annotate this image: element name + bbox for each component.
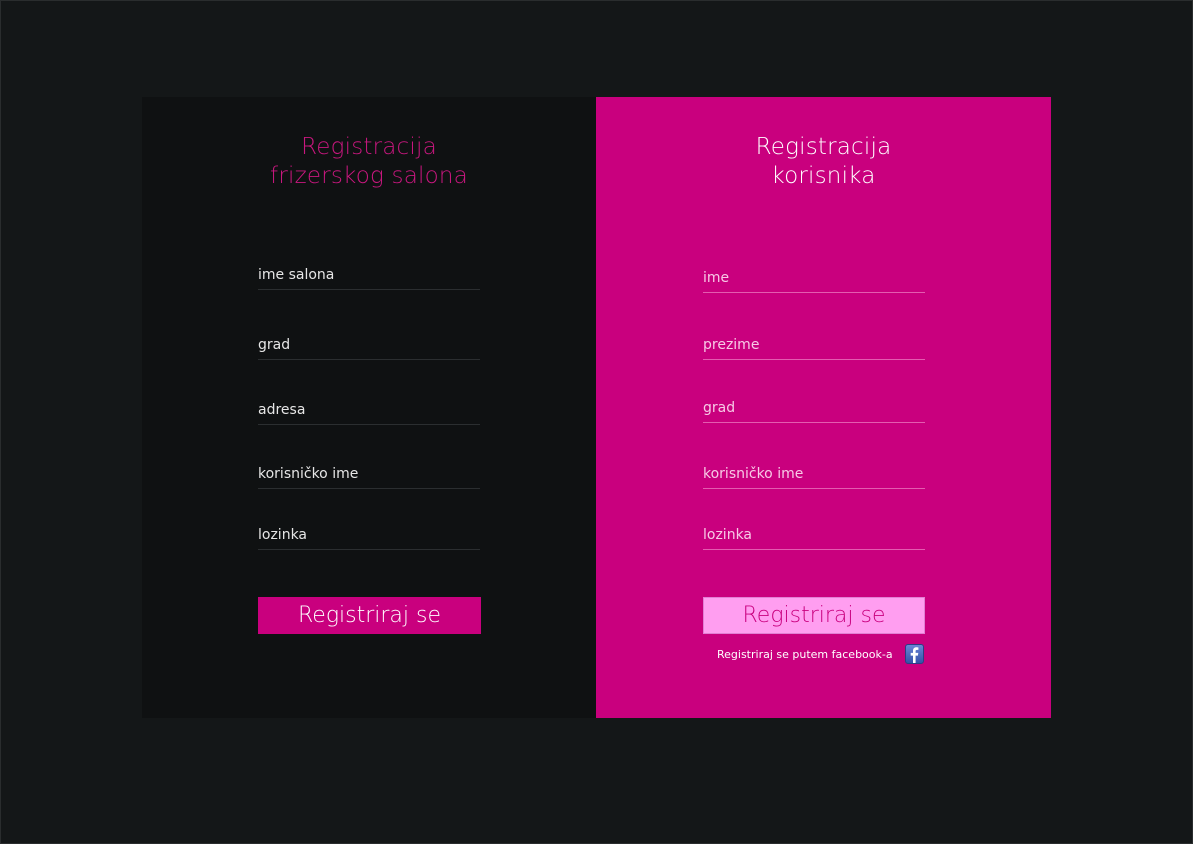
user-firstname-field[interactable]: ime [703, 270, 925, 293]
user-city-placeholder: grad [703, 400, 736, 416]
salon-registration-title: Registracija frizerskog salona [142, 133, 596, 191]
user-registration-title: Registracija korisnika [596, 133, 1051, 191]
salon-title-line2: frizerskog salona [270, 163, 468, 189]
user-register-button[interactable]: Registriraj se [703, 597, 925, 634]
salon-city-field[interactable]: grad [258, 337, 480, 360]
salon-registration-panel: Registracija frizerskog salona ime salon… [142, 97, 596, 718]
facebook-register-link[interactable]: Registriraj se putem facebook-a [717, 643, 924, 665]
salon-name-field[interactable]: ime salona [258, 267, 480, 290]
salon-username-field[interactable]: korisničko ime [258, 466, 480, 489]
salon-address-placeholder: adresa [258, 402, 306, 418]
facebook-f-glyph [910, 647, 919, 663]
user-registration-panel: Registracija korisnika ime prezime grad … [596, 97, 1051, 718]
user-password-placeholder: lozinka [703, 527, 753, 543]
user-lastname-placeholder: prezime [703, 337, 760, 353]
facebook-register-label: Registriraj se putem facebook-a [717, 647, 893, 661]
user-username-field[interactable]: korisničko ime [703, 466, 925, 489]
user-title-line1: Registracija [755, 134, 892, 160]
user-username-placeholder: korisničko ime [703, 466, 804, 482]
salon-address-field[interactable]: adresa [258, 402, 480, 425]
facebook-icon[interactable] [904, 644, 924, 664]
user-firstname-placeholder: ime [703, 270, 730, 286]
salon-password-placeholder: lozinka [258, 527, 308, 543]
salon-city-placeholder: grad [258, 337, 291, 353]
salon-register-button[interactable]: Registriraj se [258, 597, 481, 634]
salon-password-field[interactable]: lozinka [258, 527, 480, 550]
user-password-field[interactable]: lozinka [703, 527, 925, 550]
user-city-field[interactable]: grad [703, 400, 925, 423]
salon-title-line1: Registracija [301, 134, 437, 160]
salon-name-placeholder: ime salona [258, 267, 335, 283]
user-lastname-field[interactable]: prezime [703, 337, 925, 360]
user-title-line2: korisnika [771, 163, 876, 189]
salon-username-placeholder: korisničko ime [258, 466, 359, 482]
